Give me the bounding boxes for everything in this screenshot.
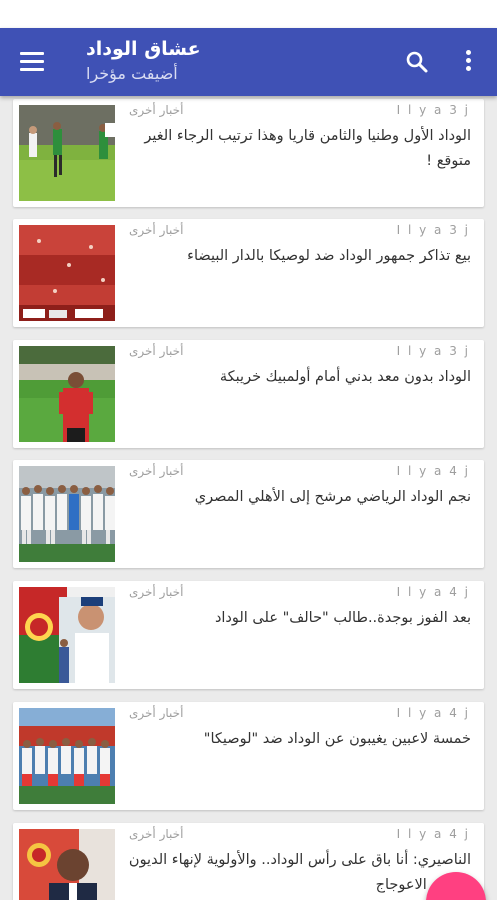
article-thumbnail: [19, 225, 115, 321]
app-bar-titles: عشاق الوداد أضيفت مؤخرا: [86, 36, 286, 86]
article-card[interactable]: أخبار أخرى I l y a 4 j بعد الفوز بوجدة..…: [13, 581, 484, 689]
article-category: أخبار أخرى: [129, 464, 184, 478]
app-title: عشاق الوداد: [86, 38, 201, 60]
more-vert-icon[interactable]: [458, 48, 478, 76]
article-title[interactable]: بيع تذاكر جمهور الوداد ضد لوصيكا بالدار …: [125, 244, 471, 269]
article-card[interactable]: أخبار أخرى I l y a 3 j الوداد الأول وطني…: [13, 99, 484, 207]
article-category: أخبار أخرى: [129, 827, 184, 841]
article-category: أخبار أخرى: [129, 585, 184, 599]
article-category: أخبار أخرى: [129, 103, 184, 117]
article-title[interactable]: الناصيري: أنا باق على رأس الوداد.. والأو…: [125, 848, 471, 898]
article-thumbnail: [19, 829, 115, 900]
article-card[interactable]: أخبار أخرى I l y a 4 j خمسة لاعبين يغيبو…: [13, 702, 484, 810]
article-category: أخبار أخرى: [129, 706, 184, 720]
article-category: أخبار أخرى: [129, 223, 184, 237]
menu-icon[interactable]: [18, 49, 46, 75]
article-category: أخبار أخرى: [129, 344, 184, 358]
article-card[interactable]: أخبار أخرى I l y a 3 j الوداد بدون معد ب…: [13, 340, 484, 448]
article-author: I l y a 4 j: [396, 706, 470, 720]
article-author: I l y a 3 j: [396, 223, 470, 237]
article-title[interactable]: بعد الفوز بوجدة..طالب "حالف" على الوداد: [125, 606, 471, 631]
article-title[interactable]: الوداد بدون معد بدني أمام أولمبيك خريبكة: [125, 365, 471, 390]
article-thumbnail: [19, 105, 115, 201]
article-thumbnail: [19, 708, 115, 804]
search-icon[interactable]: [404, 49, 430, 75]
article-thumbnail: [19, 466, 115, 562]
article-title[interactable]: نجم الوداد الرياضي مرشح إلى الأهلي المصر…: [125, 485, 471, 510]
article-author: I l y a 4 j: [396, 827, 470, 841]
app-subtitle: أضيفت مؤخرا: [86, 64, 178, 83]
article-title[interactable]: خمسة لاعبين يغيبون عن الوداد ضد "لوصيكا": [125, 727, 471, 752]
article-author: I l y a 3 j: [396, 344, 470, 358]
article-author: I l y a 4 j: [396, 585, 470, 599]
article-thumbnail: [19, 587, 115, 683]
app-screen: عشاق الوداد أضيفت مؤخرا أخبار أخرى I l y…: [0, 0, 497, 900]
article-card[interactable]: أخبار أخرى I l y a 3 j بيع تذاكر جمهور ا…: [13, 219, 484, 327]
article-author: I l y a 3 j: [396, 103, 470, 117]
article-author: I l y a 4 j: [396, 464, 470, 478]
article-card[interactable]: أخبار أخرى I l y a 4 j الناصيري: أنا باق…: [13, 823, 484, 900]
article-card[interactable]: أخبار أخرى I l y a 4 j نجم الوداد الرياض…: [13, 460, 484, 568]
status-bar-area: [0, 0, 497, 28]
app-bar: عشاق الوداد أضيفت مؤخرا: [0, 28, 497, 96]
article-title[interactable]: الوداد الأول وطنيا والثامن قاريا وهذا تر…: [125, 124, 471, 174]
article-thumbnail: [19, 346, 115, 442]
